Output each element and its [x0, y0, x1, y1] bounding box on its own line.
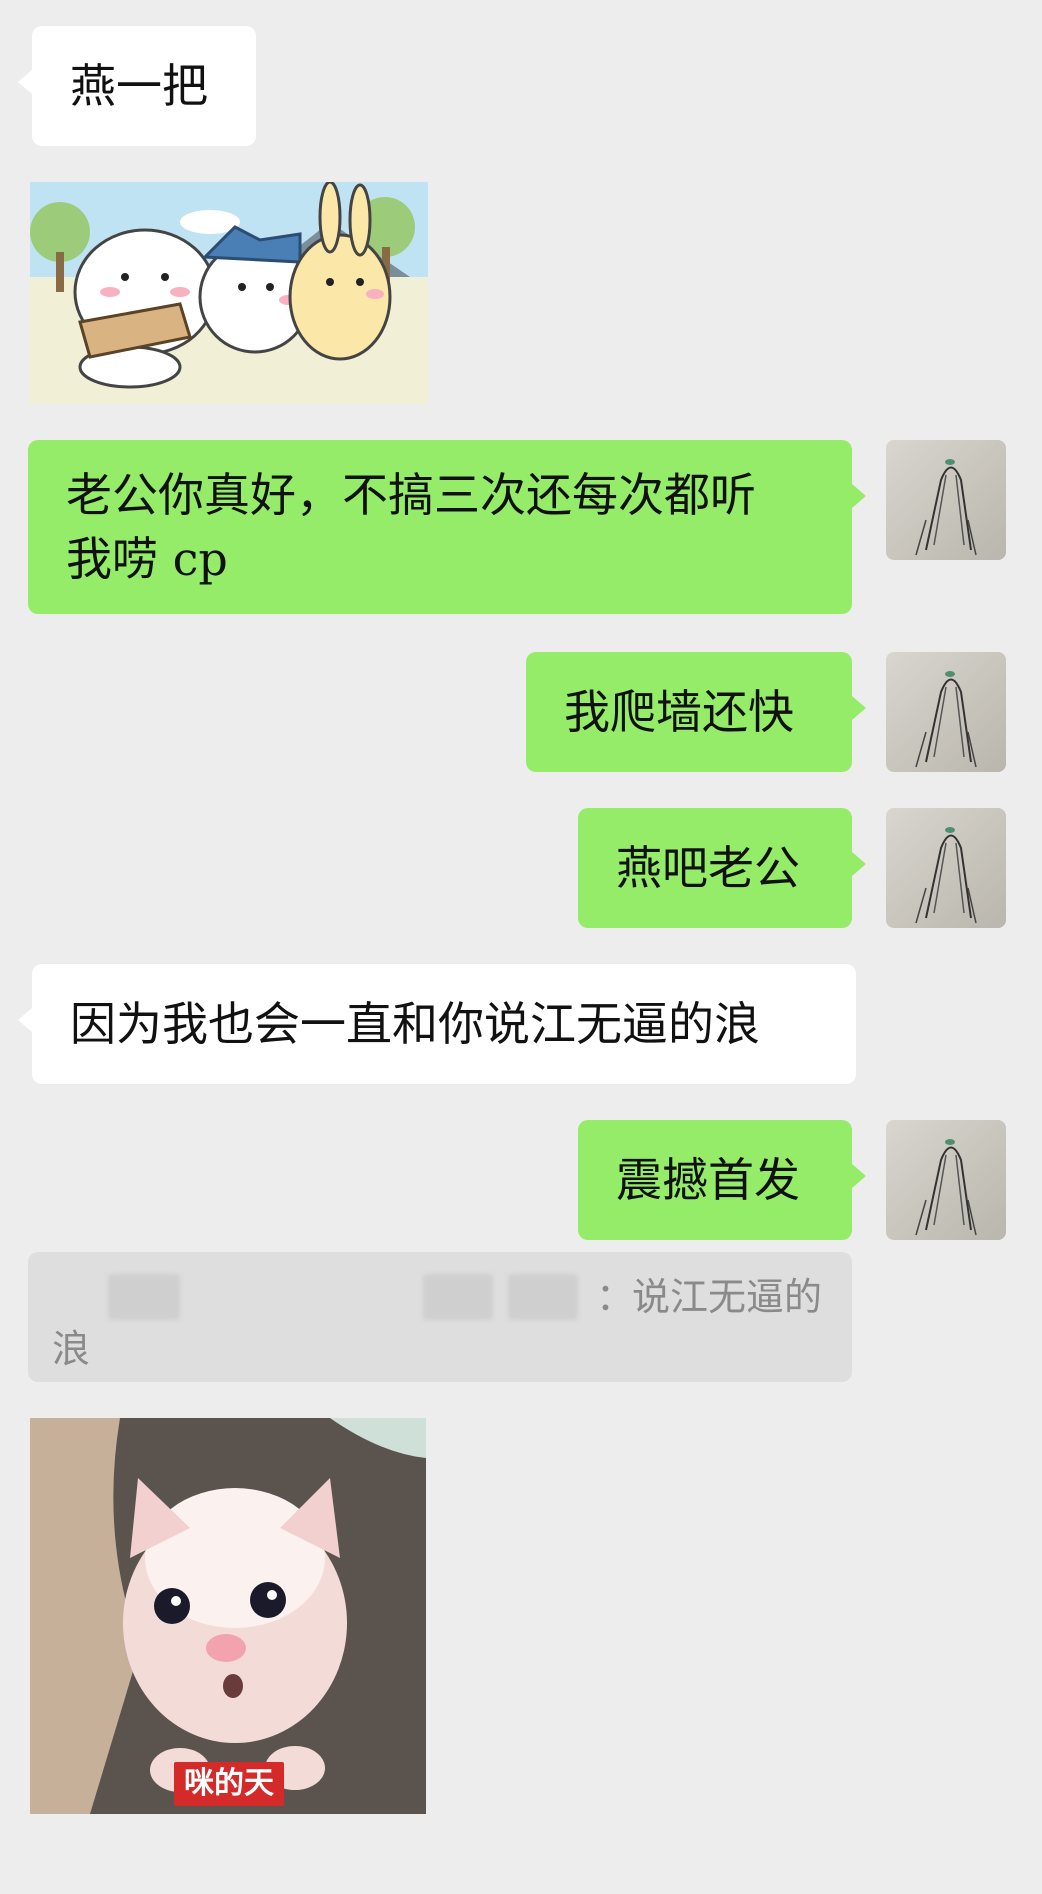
redacted-name-block — [423, 1274, 493, 1320]
quote-separator: ： — [596, 1275, 635, 1319]
cartoon-sticker-image — [30, 182, 428, 404]
message-text: 老公你真好，不搞三次还每次都听 我唠 cp — [66, 468, 756, 586]
quote-text-line2: 浪 — [52, 1327, 91, 1371]
praying-hands-icon — [915, 827, 977, 924]
message-text: 震撼首发 — [616, 1153, 800, 1207]
avatar[interactable] — [886, 808, 1006, 928]
redacted-name-block — [508, 1274, 578, 1320]
sticker-caption: 咪的天 — [174, 1762, 284, 1806]
praying-hands-icon — [915, 1139, 977, 1236]
quoted-message[interactable]: ： 说江无逼的 浪 — [28, 1252, 852, 1382]
message-text: 我爬墙还快 — [564, 685, 794, 739]
avatar[interactable] — [886, 440, 1006, 560]
avatar[interactable] — [886, 1120, 1006, 1240]
message-bubble-outgoing[interactable]: 我爬墙还快 — [526, 652, 866, 772]
quote-text: 说江无逼的 — [632, 1275, 823, 1319]
sticker-cartoon-characters[interactable] — [30, 182, 428, 404]
message-bubble-outgoing[interactable]: 燕吧老公 — [578, 808, 866, 928]
message-text: 燕一把 — [70, 59, 208, 113]
message-text: 燕吧老公 — [616, 841, 800, 895]
praying-hands-icon — [915, 459, 977, 556]
redacted-name-block — [108, 1274, 180, 1320]
kitten-image — [30, 1418, 426, 1814]
message-bubble-outgoing[interactable]: 老公你真好，不搞三次还每次都听 我唠 cp — [28, 440, 866, 614]
avatar[interactable] — [886, 652, 1006, 772]
message-text: 因为我也会一直和你说江无逼的浪 — [70, 997, 760, 1051]
praying-hands-icon — [915, 671, 977, 768]
message-bubble-incoming[interactable]: 因为我也会一直和你说江无逼的浪 — [18, 964, 856, 1084]
message-bubble-outgoing[interactable]: 震撼首发 — [578, 1120, 866, 1240]
sticker-kitten[interactable]: 咪的天 — [30, 1418, 426, 1814]
message-bubble-incoming[interactable]: 燕一把 — [18, 26, 256, 146]
